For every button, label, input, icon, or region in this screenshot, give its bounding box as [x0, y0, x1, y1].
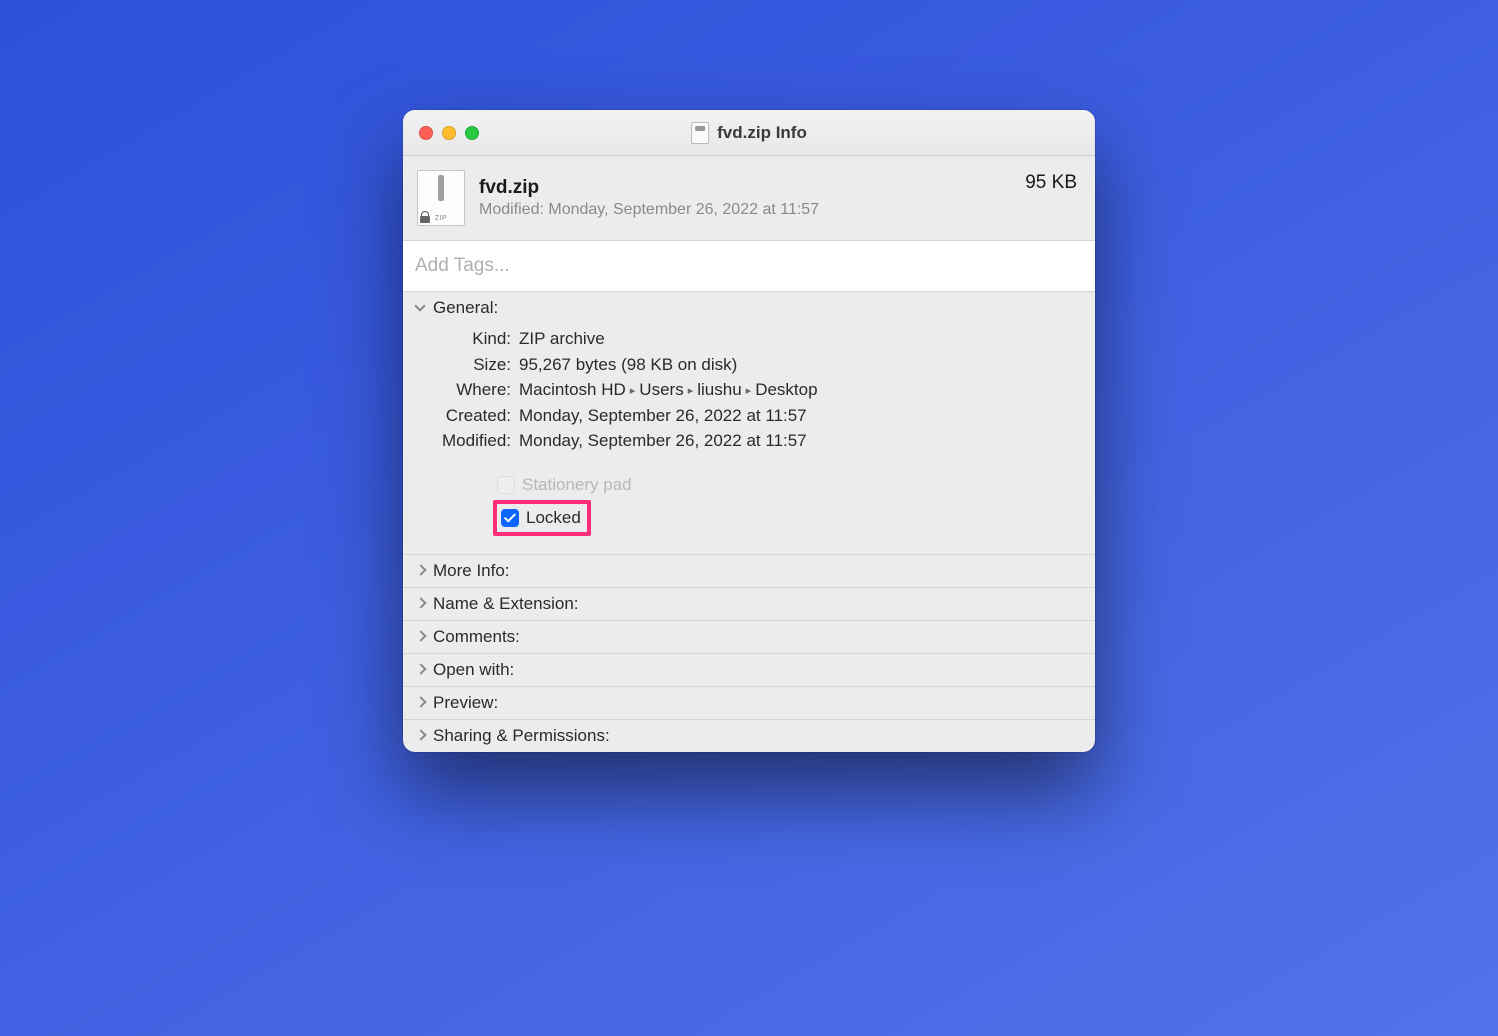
section-general: General: Kind: ZIP archive Size: 95,267 …	[403, 292, 1095, 555]
section-preview: Preview:	[403, 687, 1095, 720]
section-more-info-title: More Info:	[433, 561, 510, 581]
chevron-right-icon	[415, 730, 427, 742]
locked-checkbox-row[interactable]: Locked	[493, 500, 591, 536]
created-value: Monday, September 26, 2022 at 11:57	[519, 403, 1083, 429]
stationery-pad-row: Stationery pad	[497, 472, 1083, 498]
section-open-with-title: Open with:	[433, 660, 514, 680]
chevron-right-icon	[415, 598, 427, 610]
where-path-segment: liushu	[697, 380, 741, 399]
section-preview-header[interactable]: Preview:	[403, 687, 1095, 719]
section-comments-header[interactable]: Comments:	[403, 621, 1095, 653]
stationery-pad-label: Stationery pad	[522, 475, 632, 495]
kind-row: Kind: ZIP archive	[415, 326, 1083, 352]
file-modified-summary: Modified: Monday, September 26, 2022 at …	[479, 201, 1011, 219]
modified-value: Monday, September 26, 2022 at 11:57	[519, 428, 1083, 454]
modified-label: Modified:	[415, 428, 511, 454]
info-window: fvd.zip Info ZIP fvd.zip Modified: Monda…	[403, 110, 1095, 752]
path-separator-icon: ▸	[742, 385, 756, 397]
locked-checkbox[interactable]	[501, 509, 519, 527]
window-title: fvd.zip Info	[691, 122, 807, 144]
zip-file-icon	[691, 122, 709, 144]
section-general-header[interactable]: General:	[403, 292, 1095, 324]
minimize-window-button[interactable]	[442, 126, 456, 140]
chevron-down-icon	[415, 302, 427, 314]
locked-label: Locked	[526, 508, 581, 528]
file-name: fvd.zip	[479, 177, 1011, 199]
size-value: 95,267 bytes (98 KB on disk)	[519, 352, 1083, 378]
where-path-segment: Users	[639, 380, 683, 399]
zoom-window-button[interactable]	[465, 126, 479, 140]
kind-label: Kind:	[415, 326, 511, 352]
chevron-right-icon	[415, 664, 427, 676]
section-sharing-permissions-header[interactable]: Sharing & Permissions:	[403, 720, 1095, 752]
close-window-button[interactable]	[419, 126, 433, 140]
where-label: Where:	[415, 377, 511, 403]
path-separator-icon: ▸	[684, 385, 698, 397]
section-preview-title: Preview:	[433, 693, 498, 713]
size-label: Size:	[415, 352, 511, 378]
lock-icon	[420, 211, 430, 223]
section-open-with-header[interactable]: Open with:	[403, 654, 1095, 686]
chevron-right-icon	[415, 697, 427, 709]
path-separator-icon: ▸	[626, 385, 640, 397]
section-name-extension: Name & Extension:	[403, 588, 1095, 621]
section-comments-title: Comments:	[433, 627, 520, 647]
section-comments: Comments:	[403, 621, 1095, 654]
file-header: ZIP fvd.zip Modified: Monday, September …	[403, 156, 1095, 241]
section-sharing-permissions: Sharing & Permissions:	[403, 720, 1095, 752]
section-more-info: More Info:	[403, 555, 1095, 588]
titlebar[interactable]: fvd.zip Info	[403, 110, 1095, 156]
section-general-body: Kind: ZIP archive Size: 95,267 bytes (98…	[403, 324, 1095, 554]
file-size-display: 95 KB	[1025, 172, 1077, 194]
section-name-extension-title: Name & Extension:	[433, 594, 579, 614]
where-row: Where: Macintosh HD▸Users▸liushu▸Desktop	[415, 377, 1083, 403]
where-path-segment: Desktop	[755, 380, 817, 399]
where-value: Macintosh HD▸Users▸liushu▸Desktop	[519, 377, 1083, 403]
zip-file-icon: ZIP	[417, 170, 465, 226]
modified-row: Modified: Monday, September 26, 2022 at …	[415, 428, 1083, 454]
chevron-right-icon	[415, 631, 427, 643]
kind-value: ZIP archive	[519, 326, 1083, 352]
traffic-lights	[403, 126, 479, 140]
size-row: Size: 95,267 bytes (98 KB on disk)	[415, 352, 1083, 378]
section-open-with: Open with:	[403, 654, 1095, 687]
window-title-text: fvd.zip Info	[717, 123, 807, 143]
chevron-right-icon	[415, 565, 427, 577]
stationery-pad-checkbox	[497, 476, 515, 494]
tags-input[interactable]: Add Tags...	[403, 241, 1095, 292]
created-label: Created:	[415, 403, 511, 429]
created-row: Created: Monday, September 26, 2022 at 1…	[415, 403, 1083, 429]
section-more-info-header[interactable]: More Info:	[403, 555, 1095, 587]
section-general-title: General:	[433, 298, 498, 318]
section-name-extension-header[interactable]: Name & Extension:	[403, 588, 1095, 620]
section-sharing-permissions-title: Sharing & Permissions:	[433, 726, 610, 746]
where-path-segment: Macintosh HD	[519, 380, 626, 399]
